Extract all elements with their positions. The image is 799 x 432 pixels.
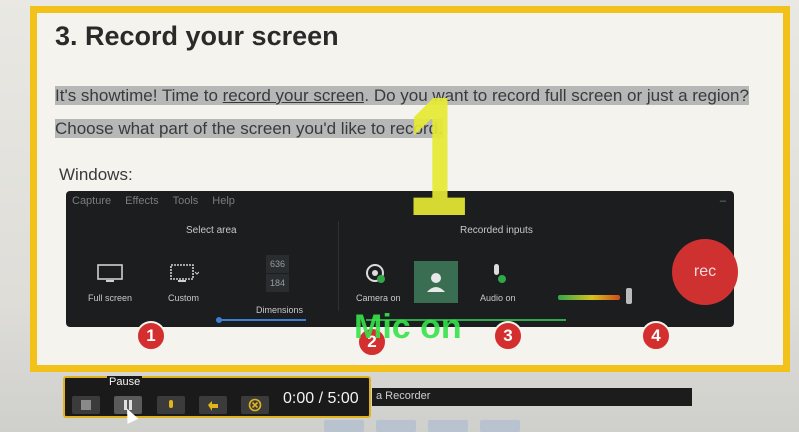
taskbar-icon-2[interactable] xyxy=(376,420,416,432)
mic-on-annotation: Mic on xyxy=(354,308,462,346)
recorder-taskbar-strip: a Recorder xyxy=(372,388,692,406)
cancel-icon xyxy=(248,398,262,412)
taskbar-icon-3[interactable] xyxy=(428,420,468,432)
cancel-button[interactable] xyxy=(241,396,269,414)
taskbar-icon-1[interactable] xyxy=(324,420,364,432)
undo-button[interactable] xyxy=(199,396,227,414)
taskbar-icons xyxy=(324,420,520,432)
stop-button[interactable] xyxy=(72,396,100,414)
step-number-overlay: 1 xyxy=(406,62,469,252)
pause-tooltip: Pause xyxy=(107,376,143,388)
undo-icon xyxy=(208,401,218,411)
mic-icon xyxy=(169,400,173,408)
mic-button[interactable] xyxy=(157,396,185,414)
taskbar-icon-4[interactable] xyxy=(480,420,520,432)
stop-icon xyxy=(81,400,91,410)
recording-timer: 0:00 / 5:00 xyxy=(283,390,359,407)
